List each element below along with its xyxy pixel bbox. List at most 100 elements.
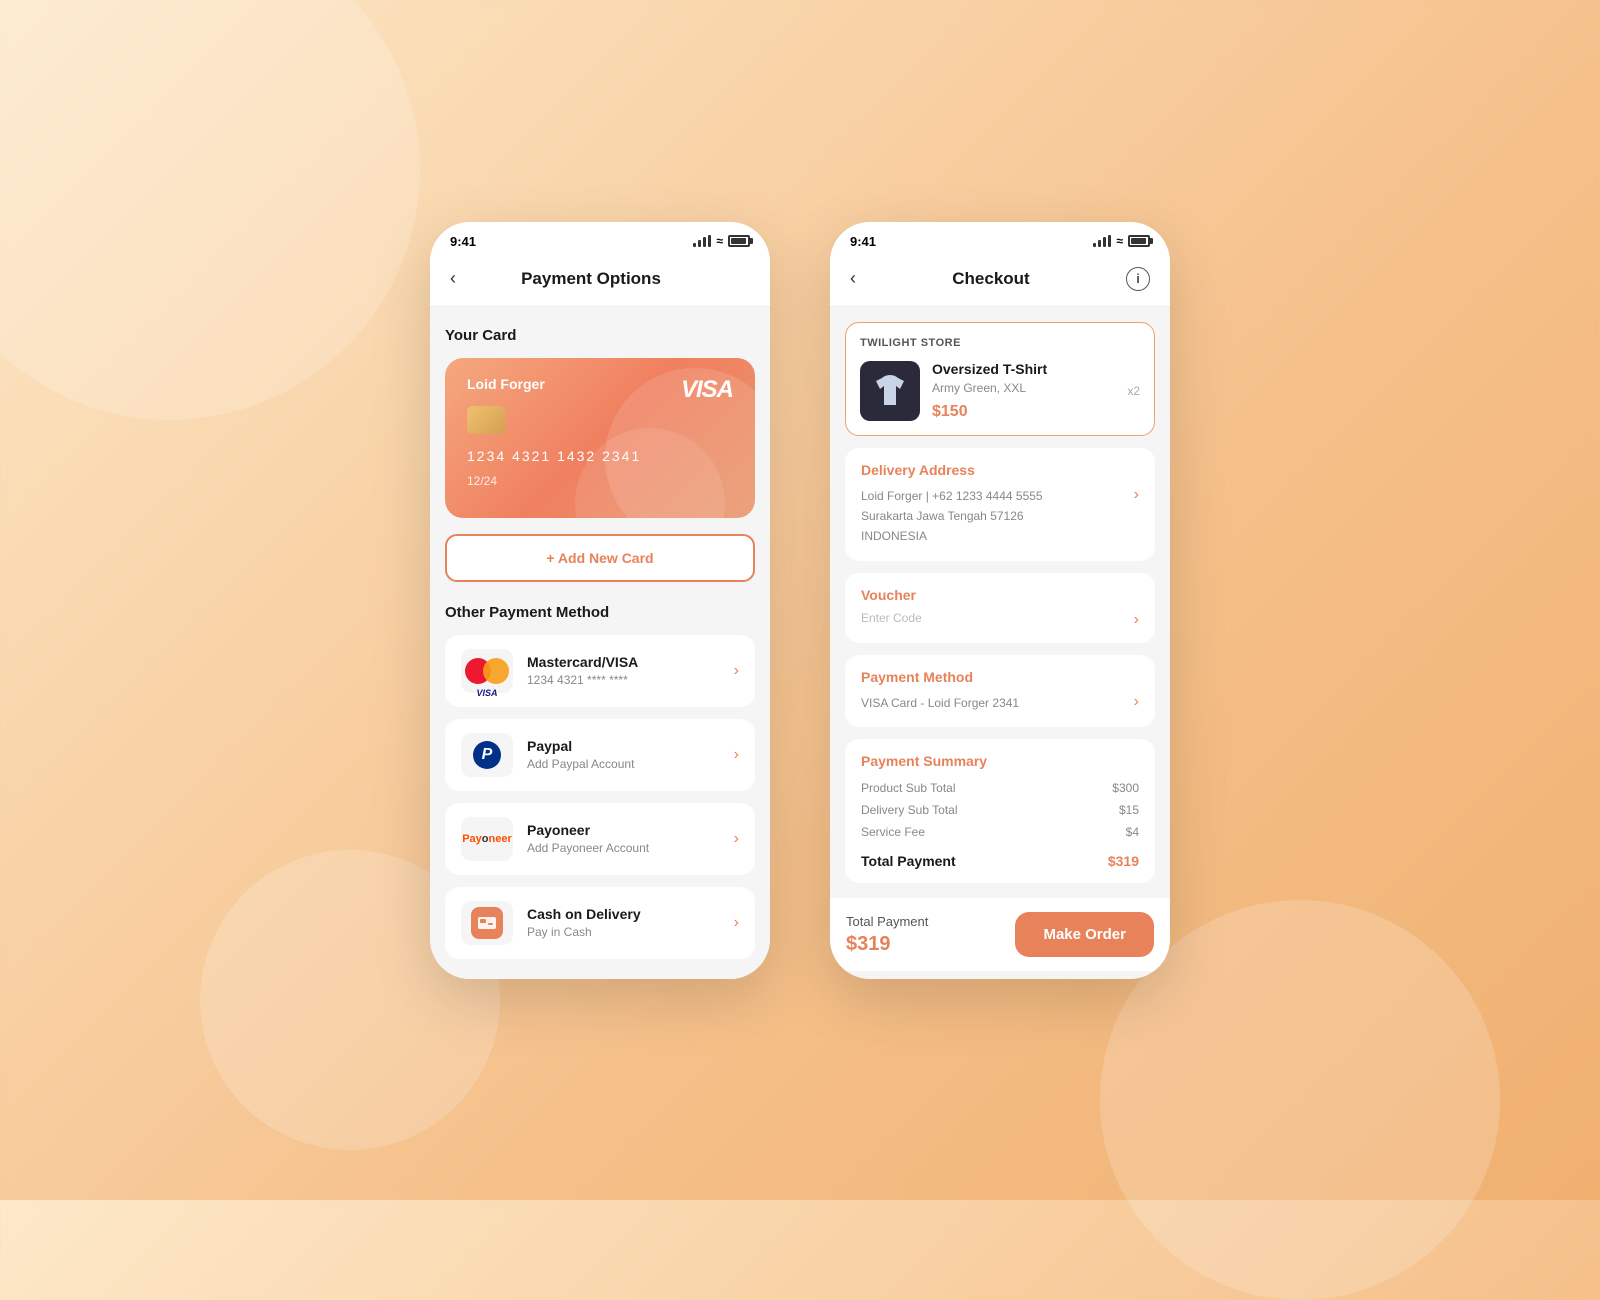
product-price: $150 <box>932 403 1115 421</box>
header-right-left <box>726 267 750 291</box>
bottom-total-value: $319 <box>846 933 928 956</box>
info-icon[interactable]: i <box>1126 267 1150 291</box>
paypal-info: Paypal Add Paypal Account <box>527 738 720 771</box>
page-title-right: Checkout <box>952 269 1029 289</box>
card-chip <box>467 406 505 434</box>
status-bar-left: 9:41 ≈ <box>430 222 770 257</box>
mastercard-sub: 1234 4321 **** **** <box>527 673 720 687</box>
summary-label-product: Product Sub Total <box>861 781 956 795</box>
other-methods-label: Other Payment Method <box>445 604 755 621</box>
product-name: Oversized T-Shirt <box>932 361 1115 377</box>
status-icons-right: ≈ <box>1093 234 1150 248</box>
signal-icon-left <box>693 235 711 247</box>
payment-item-mastercard[interactable]: VISA Mastercard/VISA 1234 4321 **** ****… <box>445 635 755 707</box>
paypal-sub: Add Paypal Account <box>527 757 720 771</box>
cash-icon <box>471 907 503 939</box>
address-line2: Surakarta Jawa Tengah 57126 <box>861 509 1024 523</box>
wifi-icon-left: ≈ <box>716 234 723 248</box>
checkout-content: TWILIGHT STORE Oversized T-Shirt Army Gr… <box>830 307 1170 899</box>
summary-value-product: $300 <box>1112 781 1139 795</box>
delivery-address-text: Loid Forger | +62 1233 4444 5555 Surakar… <box>861 486 1043 547</box>
battery-icon-left <box>728 235 750 247</box>
cash-name: Cash on Delivery <box>527 906 720 922</box>
payment-method-body: VISA Card - Loid Forger 2341 › <box>861 693 1139 713</box>
payment-options-content: Your Card Loid Forger VISA 1234 4321 143… <box>430 307 770 979</box>
payment-item-payoneer[interactable]: Payoneer Payoneer Add Payoneer Account › <box>445 803 755 875</box>
product-row: Oversized T-Shirt Army Green, XXL $150 x… <box>860 361 1140 421</box>
chevron-paypal: › <box>734 746 739 764</box>
header-right: ‹ Checkout i <box>830 257 1170 307</box>
summary-total-row: Total Payment $319 <box>861 847 1139 869</box>
time-left: 9:41 <box>450 234 476 249</box>
visa-text-under-mc: VISA <box>476 688 497 698</box>
credit-card: Loid Forger VISA 1234 4321 1432 2341 12/… <box>445 358 755 518</box>
delivery-address-title: Delivery Address <box>861 462 1139 478</box>
voucher-card[interactable]: Voucher Enter Code › <box>845 573 1155 643</box>
phone-payment-options: 9:41 ≈ ‹ Payment Options Your Card <box>430 222 770 979</box>
payment-method-value: VISA Card - Loid Forger 2341 <box>861 693 1019 713</box>
payment-summary-card: Payment Summary Product Sub Total $300 D… <box>845 739 1155 883</box>
cash-sub: Pay in Cash <box>527 925 720 939</box>
store-name: TWILIGHT STORE <box>860 337 1140 349</box>
back-button-left[interactable]: ‹ <box>450 268 456 289</box>
phones-container: 9:41 ≈ ‹ Payment Options Your Card <box>430 222 1170 979</box>
make-order-button[interactable]: Make Order <box>1015 912 1154 957</box>
your-card-label: Your Card <box>445 327 755 344</box>
summary-title: Payment Summary <box>861 753 1139 769</box>
chevron-cash: › <box>734 914 739 932</box>
product-qty: x2 <box>1127 384 1140 398</box>
cash-info: Cash on Delivery Pay in Cash <box>527 906 720 939</box>
page-title-left: Payment Options <box>521 269 661 289</box>
wifi-icon-right: ≈ <box>1116 234 1123 248</box>
paypal-icon: P <box>473 741 501 769</box>
summary-row-delivery: Delivery Sub Total $15 <box>861 803 1139 817</box>
summary-total-value: $319 <box>1108 853 1139 869</box>
signal-icon-right <box>1093 235 1111 247</box>
chevron-payoneer: › <box>734 830 739 848</box>
card-expiry: 12/24 <box>467 474 733 488</box>
chevron-delivery: › <box>1134 486 1139 504</box>
mastercard-info: Mastercard/VISA 1234 4321 **** **** <box>527 654 720 687</box>
tshirt-icon <box>872 373 908 409</box>
payoneer-name: Payoneer <box>527 822 720 838</box>
summary-total-label: Total Payment <box>861 853 956 869</box>
payment-method-card[interactable]: Payment Method VISA Card - Loid Forger 2… <box>845 655 1155 727</box>
voucher-title: Voucher <box>861 587 1139 603</box>
product-image <box>860 361 920 421</box>
summary-label-fee: Service Fee <box>861 825 925 839</box>
card-number: 1234 4321 1432 2341 <box>467 448 733 464</box>
payoneer-info: Payoneer Add Payoneer Account <box>527 822 720 855</box>
voucher-body: Enter Code › <box>861 611 1139 629</box>
chevron-voucher: › <box>1134 611 1139 629</box>
mastercard-icon-box: VISA <box>461 649 513 693</box>
visa-logo: VISA <box>681 376 733 404</box>
checkout-bottom-bar: Total Payment $319 Make Order <box>830 898 1170 971</box>
summary-value-fee: $4 <box>1126 825 1139 839</box>
summary-value-delivery: $15 <box>1119 803 1139 817</box>
header-left: ‹ Payment Options <box>430 257 770 307</box>
payoneer-sub: Add Payoneer Account <box>527 841 720 855</box>
product-details: Oversized T-Shirt Army Green, XXL $150 <box>932 361 1115 421</box>
store-card: TWILIGHT STORE Oversized T-Shirt Army Gr… <box>845 322 1155 436</box>
delivery-address-body: Loid Forger | +62 1233 4444 5555 Surakar… <box>861 486 1139 547</box>
payment-item-cash[interactable]: Cash on Delivery Pay in Cash › <box>445 887 755 959</box>
paypal-name: Paypal <box>527 738 720 754</box>
summary-label-delivery: Delivery Sub Total <box>861 803 958 817</box>
delivery-address-card[interactable]: Delivery Address Loid Forger | +62 1233 … <box>845 448 1155 561</box>
payment-method-title: Payment Method <box>861 669 1139 685</box>
status-icons-left: ≈ <box>693 234 750 248</box>
payoneer-icon: Payoneer <box>462 833 512 845</box>
bottom-total-label: Total Payment <box>846 914 928 929</box>
payoneer-icon-box: Payoneer <box>461 817 513 861</box>
add-new-card-button[interactable]: + Add New Card <box>445 534 755 582</box>
summary-row-product: Product Sub Total $300 <box>861 781 1139 795</box>
mastercard-name: Mastercard/VISA <box>527 654 720 670</box>
time-right: 9:41 <box>850 234 876 249</box>
summary-row-fee: Service Fee $4 <box>861 825 1139 839</box>
payment-methods-list: VISA Mastercard/VISA 1234 4321 **** ****… <box>445 635 755 959</box>
payment-item-paypal[interactable]: P Paypal Add Paypal Account › <box>445 719 755 791</box>
phone-checkout: 9:41 ≈ ‹ Checkout i TWILIGHT STORE <box>830 222 1170 979</box>
bottom-total-section: Total Payment $319 <box>846 914 928 956</box>
back-button-right[interactable]: ‹ <box>850 268 856 289</box>
voucher-placeholder: Enter Code <box>861 611 922 625</box>
